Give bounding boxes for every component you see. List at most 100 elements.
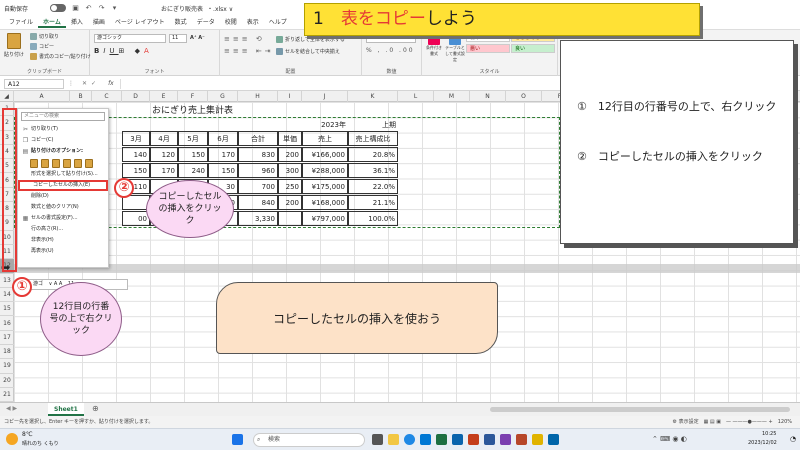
column-header[interactable]: F [178, 91, 208, 102]
sheet-tab-sheet1[interactable]: Sheet1 [48, 403, 84, 416]
column-header[interactable]: J [302, 91, 348, 102]
powerpoint-icon[interactable] [468, 434, 479, 445]
column-header[interactable]: C [92, 91, 122, 102]
start-icon[interactable] [232, 434, 243, 445]
tab-file[interactable]: ファイル [4, 17, 38, 28]
column-header[interactable]: G [208, 91, 238, 102]
column-header[interactable]: D [122, 91, 150, 102]
tab-data[interactable]: データ [192, 17, 220, 28]
column-header[interactable]: E [150, 91, 178, 102]
menu-item-clear-contents[interactable]: 数式と値のクリア(N) [18, 202, 108, 213]
system-tray-icons[interactable]: ⌃ ⌨ ◉ ◐ [652, 435, 687, 443]
store-icon[interactable] [420, 434, 431, 445]
selected-row-12[interactable] [14, 264, 800, 273]
notification-icon[interactable]: ◔ [790, 435, 796, 443]
word-icon[interactable] [484, 434, 495, 445]
function-icon[interactable]: fx [108, 80, 114, 87]
font-size-combo[interactable]: 11 [169, 34, 187, 43]
column-header[interactable]: K [348, 91, 398, 102]
undo-icon[interactable]: ↶ [84, 4, 93, 13]
taskbar-search[interactable]: ⌕ 検索 [253, 433, 365, 447]
merge-center-button[interactable]: セルを結合して中央揃え [276, 48, 340, 55]
menu-item-hide[interactable]: 非表示(H) [18, 235, 108, 246]
column-header[interactable]: A [14, 91, 70, 102]
access-icon[interactable] [516, 434, 527, 445]
menu-item-delete[interactable]: 削除(D) [18, 191, 108, 202]
save-icon[interactable]: ▣ [71, 4, 80, 13]
font-style-buttons[interactable]: BIU ⊞ ◆ A [94, 47, 153, 55]
edge-icon[interactable] [404, 434, 415, 445]
sheet-nav-arrows[interactable]: ◀ ▶ [6, 405, 17, 412]
column-header[interactable]: M [434, 91, 470, 102]
paste-option-icon[interactable] [74, 158, 82, 168]
select-all-corner[interactable]: ◢ [0, 91, 14, 102]
row-header[interactable]: 20 [0, 374, 14, 388]
tab-insert[interactable]: 挿入 [66, 17, 88, 28]
tab-view[interactable]: 表示 [242, 17, 264, 28]
column-header[interactable]: L [398, 91, 434, 102]
paste-option-icon[interactable] [30, 158, 38, 168]
file-ext[interactable]: ・.xlsx ∨ [207, 4, 233, 13]
display-settings-icon[interactable]: ⚙ [673, 419, 677, 425]
menu-item-cut[interactable]: ✂ 切り取り(T) [18, 124, 108, 135]
row-header[interactable]: 16 [0, 317, 14, 331]
row-header[interactable]: 21 [0, 388, 14, 403]
menu-item-row-height[interactable]: 行の高さ(R)... [18, 224, 108, 235]
row-header[interactable]: 17 [0, 331, 14, 346]
column-header[interactable]: B [70, 91, 92, 102]
style-bad[interactable]: 悪い [466, 44, 510, 53]
cancel-icon[interactable]: ✕ [82, 80, 87, 87]
add-sheet-icon[interactable]: ⊕ [92, 404, 99, 413]
column-header[interactable]: H [238, 91, 278, 102]
enter-icon[interactable]: ✓ [91, 80, 96, 87]
halign-buttons[interactable]: ≡≡≡ ⇤⇥ [224, 47, 274, 55]
name-box[interactable]: A12 [4, 78, 64, 89]
menu-item-paste-special[interactable]: 形式を選択して貼り付け(S)... [18, 169, 108, 180]
row-header[interactable]: 15 [0, 302, 14, 317]
menu-item-format-cells[interactable]: ▦ セルの書式設定(F)... [18, 213, 108, 224]
conditional-format-button[interactable]: 条件付き書式 [425, 33, 443, 57]
vscode-icon[interactable] [548, 434, 559, 445]
menu-item-unhide[interactable]: 再表示(U) [18, 246, 108, 257]
menu-item-insert-copied-cells[interactable]: コピーしたセルの挿入(E) [18, 180, 108, 191]
customize-icon[interactable]: ▾ [110, 4, 119, 13]
tab-draw[interactable]: 描画 [88, 17, 110, 28]
horizontal-scrollbar[interactable] [490, 407, 790, 412]
column-header[interactable]: N [470, 91, 506, 102]
row-header[interactable]: 18 [0, 345, 14, 360]
zoom-level[interactable]: 120% [778, 419, 792, 425]
copy-button[interactable]: コピー [30, 43, 54, 50]
file-explorer-icon[interactable] [388, 434, 399, 445]
tab-review[interactable]: 校閲 [220, 17, 242, 28]
menu-search-input[interactable]: メニューの検索 [21, 112, 105, 121]
mini-font[interactable]: 游ゴ [33, 281, 43, 287]
font-name-combo[interactable]: 游ゴシック [94, 34, 166, 43]
cut-button[interactable]: 切り取り [30, 33, 59, 40]
wrap-text-button[interactable]: 折り返して全体を表示する [276, 36, 345, 43]
tab-page-layout[interactable]: ページ レイアウト [110, 17, 170, 28]
paste-button[interactable]: 貼り付け [3, 33, 25, 58]
task-view-icon[interactable] [372, 434, 383, 445]
paste-option-icon[interactable] [85, 158, 93, 168]
redo-icon[interactable]: ↷ [97, 4, 106, 13]
sticky-notes-icon[interactable] [532, 434, 543, 445]
row-header[interactable]: 19 [0, 359, 14, 374]
autosave-toggle[interactable] [50, 4, 67, 12]
align-buttons[interactable]: ≡≡≡ ⟲ [224, 35, 265, 43]
number-format-buttons[interactable]: % , .0 .00 [366, 47, 415, 54]
grow-font-button[interactable]: A⁺ A⁻ [190, 35, 205, 41]
style-good[interactable]: 良い [511, 44, 555, 53]
tab-help[interactable]: ヘルプ [264, 17, 292, 28]
paste-option-icon[interactable] [41, 158, 49, 168]
outlook-icon[interactable] [452, 434, 463, 445]
tab-home[interactable]: ホーム [38, 17, 66, 28]
paste-option-icon[interactable] [52, 158, 60, 168]
excel-icon[interactable] [436, 434, 447, 445]
menu-item-copy[interactable]: ❐ コピー(C) [18, 135, 108, 146]
weather-icon[interactable] [6, 433, 18, 445]
column-header[interactable]: O [506, 91, 542, 102]
column-header[interactable]: I [278, 91, 302, 102]
onenote-icon[interactable] [500, 434, 511, 445]
tab-formulas[interactable]: 数式 [170, 17, 192, 28]
format-painter-button[interactable]: 書式のコピー/貼り付け [30, 53, 91, 60]
